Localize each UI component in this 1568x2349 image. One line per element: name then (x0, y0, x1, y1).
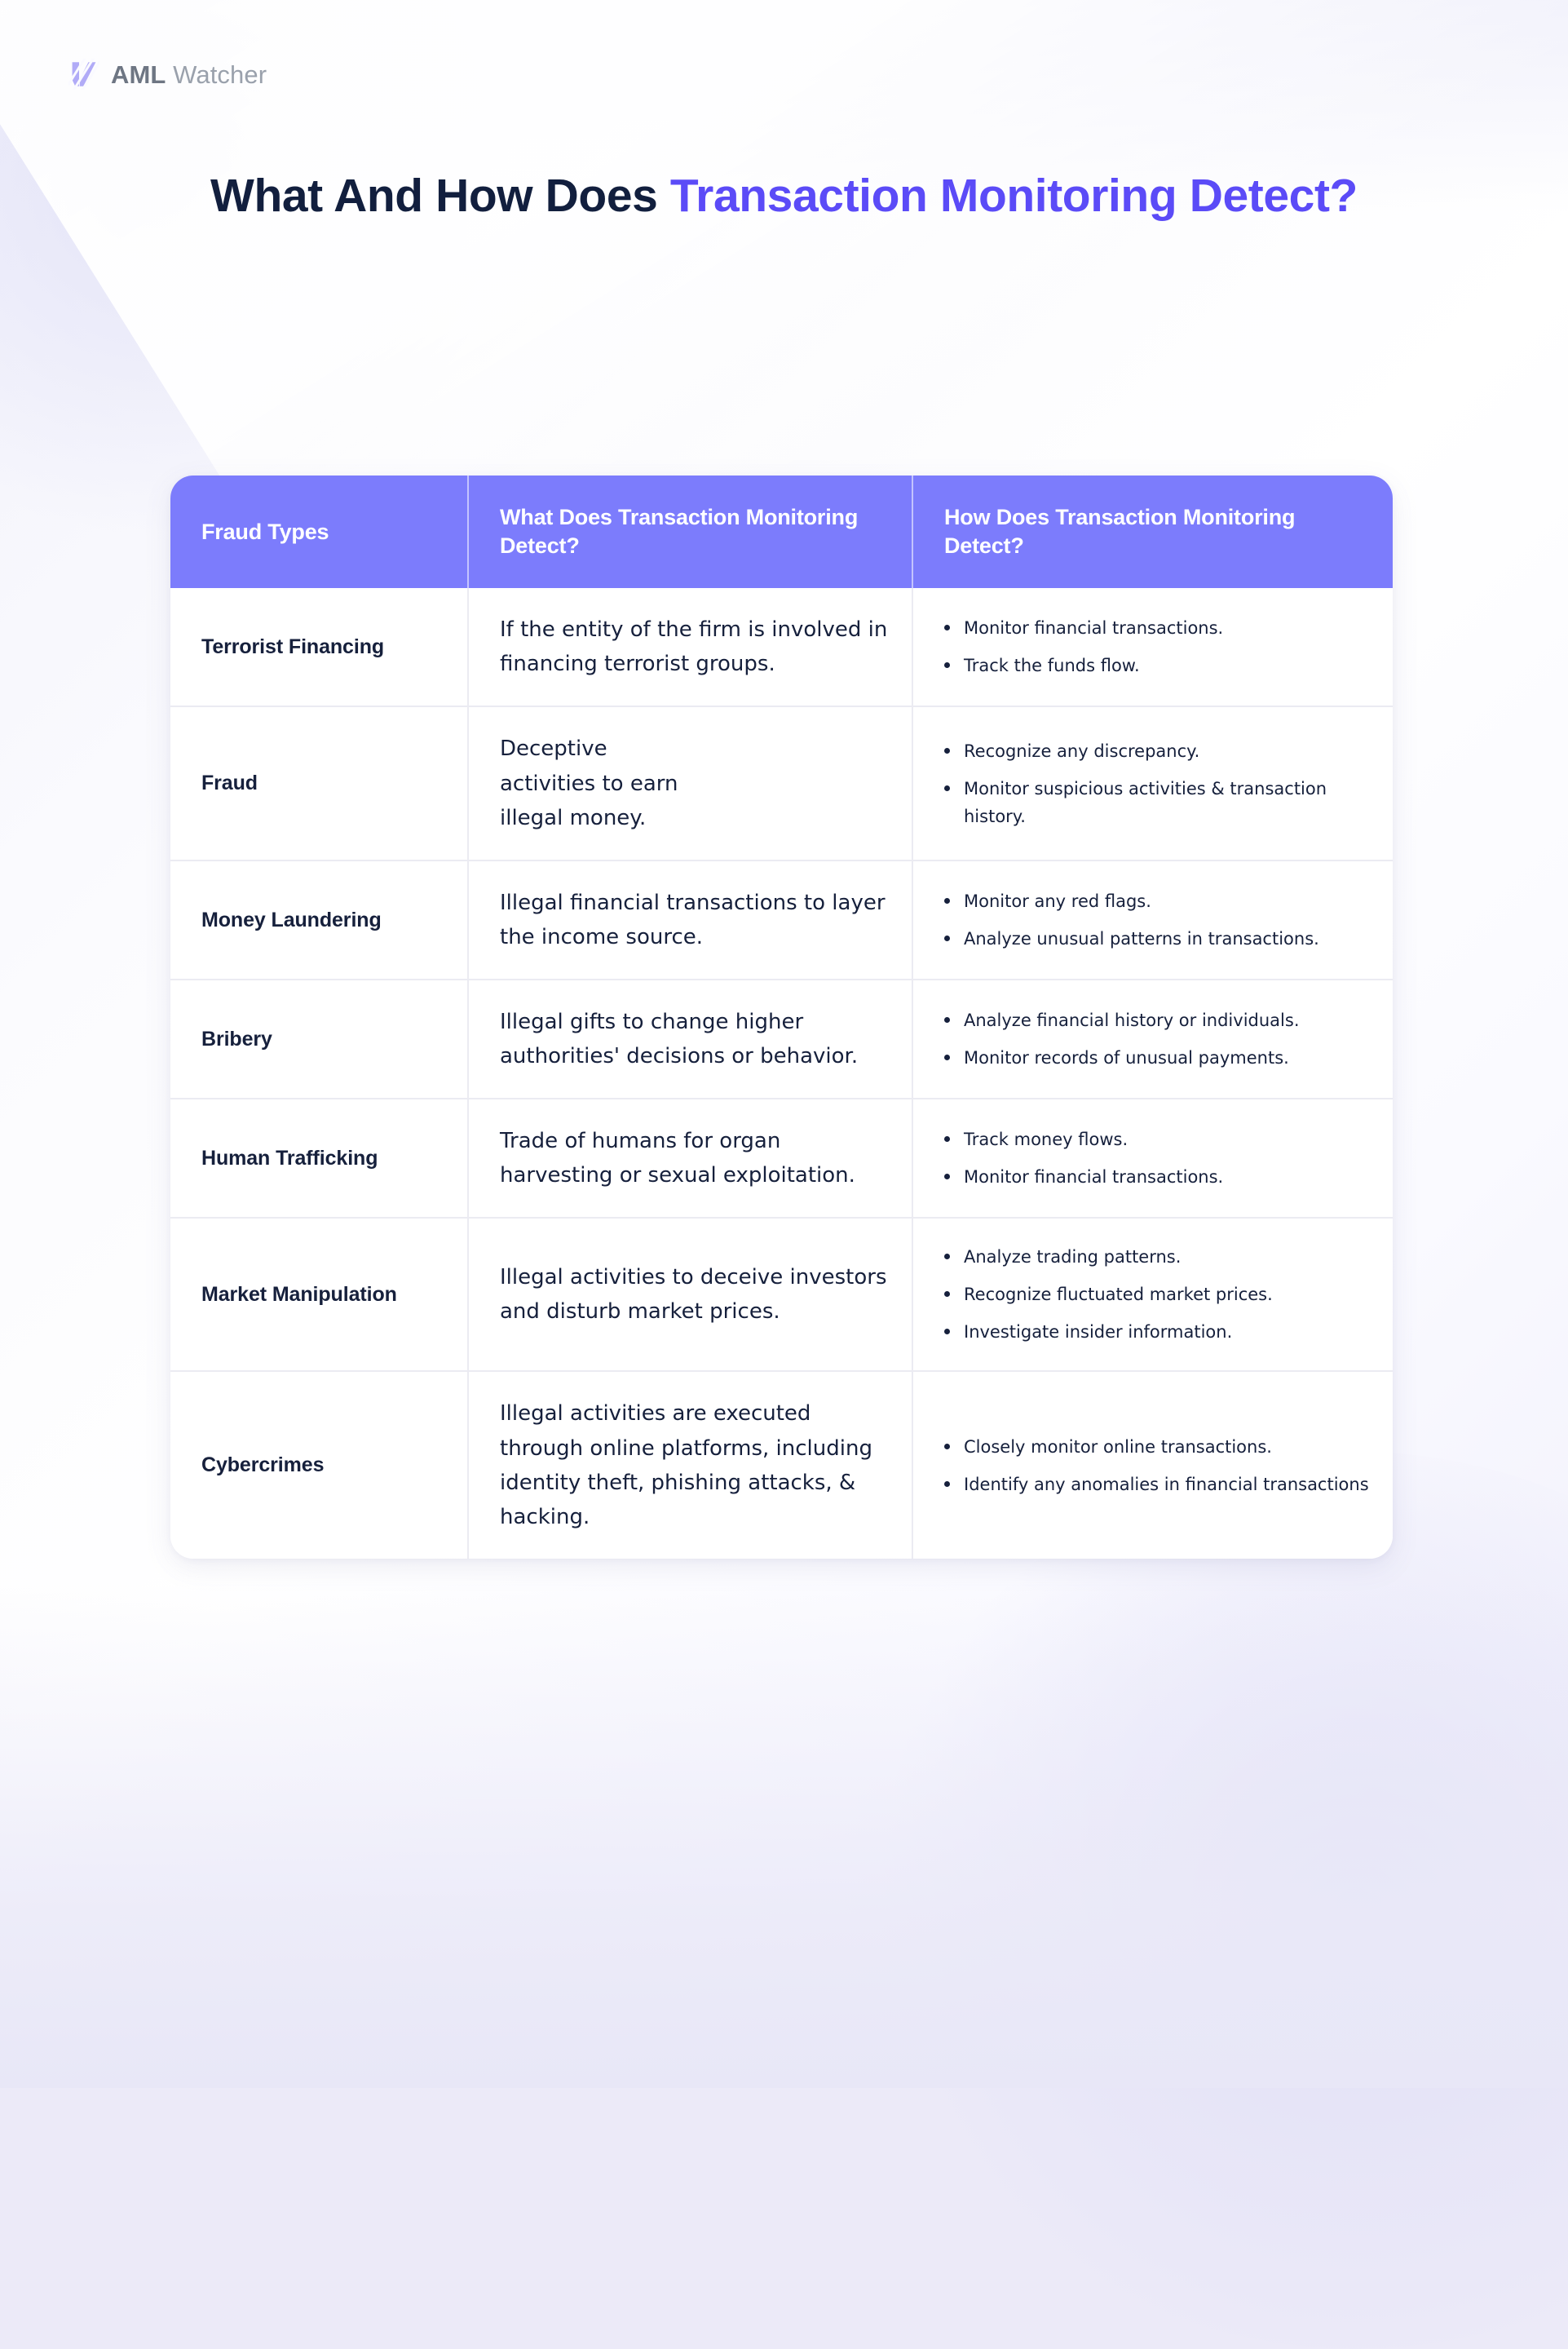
bullet-icon (944, 625, 950, 631)
cell-fraud-type: Bribery (170, 980, 469, 1099)
what-detect-text: Illegal activities to deceive investors … (500, 1265, 887, 1325)
cell-fraud-type: Money Laundering (170, 860, 469, 979)
column-header-what-detect: What Does Transaction Monitoring Detect? (469, 476, 913, 589)
how-detect-item: Monitor any red flags. (941, 887, 1373, 915)
brand-name-aml: AML (111, 60, 166, 89)
page-title-part-one: What And How Does (210, 170, 670, 222)
how-detect-item: Monitor financial transactions. (941, 1163, 1373, 1191)
cell-how-detect: Closely monitor online transactions. Iden… (913, 1372, 1393, 1558)
brand-name: AML Watcher (111, 62, 267, 87)
table-row: Bribery Illegal gifts to change higher a… (170, 978, 1393, 1099)
aml-watcher-logo-mark-icon (65, 51, 103, 96)
how-detect-list: Track money flows. Monitor financial tran… (941, 1126, 1373, 1191)
fraud-types-table: Fraud Types What Does Transaction Monito… (170, 476, 1393, 1559)
cell-fraud-type: Cybercrimes (170, 1372, 469, 1559)
how-detect-item: Track money flows. (941, 1126, 1373, 1153)
table-row: Terrorist Financing If the entity of the… (170, 588, 1393, 706)
how-detect-item: Recognize fluctuated market prices. (941, 1281, 1373, 1308)
page-title-highlight: Transaction Monitoring Detect? (669, 170, 1358, 222)
fraud-type-label: Cybercrimes (201, 1453, 325, 1477)
bullet-icon (944, 1443, 950, 1449)
what-detect-text: Trade of humans for organ harvesting or … (500, 1129, 855, 1188)
how-detect-list: Monitor financial transactions. Track the… (941, 614, 1373, 679)
infographic-page: AML Watcher What And How Does Transactio… (0, 0, 1568, 2088)
how-detect-list: Analyze financial history or individuals… (941, 1006, 1373, 1072)
cell-what-detect: If the entity of the firm is involved in… (469, 588, 913, 706)
table-body: Terrorist Financing If the entity of the… (170, 588, 1393, 1559)
table-header: Fraud Types What Does Transaction Monito… (170, 476, 1393, 589)
cell-how-detect: Recognize any discrepancy. Monitor suspic… (913, 707, 1393, 859)
bullet-icon (944, 1017, 950, 1024)
table-row: Fraud Deceptive activities to earn illegal… (170, 706, 1393, 860)
what-detect-text: If the entity of the firm is involved in… (500, 617, 888, 677)
how-detect-list: Recognize any discrepancy. Monitor suspic… (941, 737, 1373, 830)
cell-how-detect: Track money flows. Monitor financial tran… (913, 1099, 1393, 1217)
bullet-icon (944, 785, 950, 791)
what-detect-text: Illegal financial transactions to layer … (500, 890, 886, 949)
cell-what-detect: Illegal gifts to change higher authoriti… (469, 980, 913, 1099)
how-detect-item: Monitor records of unusual payments. (941, 1044, 1373, 1072)
page-title: What And How Does Transaction Monitoring… (205, 168, 1363, 225)
how-detect-item: Analyze trading patterns. (941, 1243, 1373, 1271)
bullet-icon (944, 662, 950, 669)
brand-name-watcher: Watcher (166, 60, 267, 89)
what-detect-text: Illegal gifts to change higher authoriti… (500, 1009, 859, 1069)
column-header-how-detect: How Does Transaction Monitoring Detect? (944, 505, 1296, 559)
table-row: Money Laundering Illegal financial trans… (170, 859, 1393, 979)
fraud-type-label: Terrorist Financing (201, 635, 385, 659)
brand-logo: AML Watcher (65, 51, 267, 96)
how-detect-item: Analyze financial history or individuals… (941, 1006, 1373, 1034)
how-detect-list: Monitor any red flags. Analyze unusual pa… (941, 887, 1373, 953)
cell-what-detect: Illegal activities are executed through … (469, 1372, 913, 1559)
cell-what-detect: Illegal activities to deceive investors … (469, 1219, 913, 1371)
bullet-icon (944, 1329, 950, 1335)
what-detect-text: Deceptive activities to earn illegal money… (500, 737, 678, 830)
bullet-icon (944, 897, 950, 904)
cell-how-detect: Analyze financial history or individuals… (913, 980, 1393, 1098)
table-row: Human Trafficking Trade of humans for or… (170, 1098, 1393, 1218)
cell-how-detect: Monitor financial transactions. Track the… (913, 588, 1393, 706)
fraud-type-label: Money Laundering (201, 908, 382, 931)
bullet-icon (944, 747, 950, 754)
fraud-type-label: Market Manipulation (201, 1283, 397, 1307)
what-detect-text: Illegal activities are executed through … (500, 1401, 872, 1529)
cell-what-detect: Deceptive activities to earn illegal money… (469, 707, 913, 860)
how-detect-item: Monitor financial transactions. (941, 614, 1373, 642)
how-detect-item: Monitor suspicious activities & transact… (941, 775, 1373, 830)
column-header-fraud-types: Fraud Types (170, 476, 469, 589)
fraud-type-label: Human Trafficking (201, 1147, 378, 1170)
table-row: Market Manipulation Illegal activities t… (170, 1217, 1393, 1371)
how-detect-item: Identify any anomalies in financial tran… (941, 1471, 1373, 1498)
fraud-type-label: Bribery (201, 1027, 272, 1051)
table-row: Cybercrimes Illegal activities are execu… (170, 1370, 1393, 1559)
how-detect-item: Analyze unusual patterns in transactions… (941, 925, 1373, 953)
how-detect-list: Closely monitor online transactions. Iden… (941, 1433, 1373, 1498)
bullet-icon (944, 1174, 950, 1180)
bullet-icon (944, 1055, 950, 1061)
cell-fraud-type: Terrorist Financing (170, 588, 469, 706)
bullet-icon (944, 1136, 950, 1143)
cell-fraud-type: Fraud (170, 707, 469, 860)
bullet-icon (944, 1254, 950, 1260)
cell-what-detect: Trade of humans for organ harvesting or … (469, 1099, 913, 1218)
how-detect-item: Closely monitor online transactions. (941, 1433, 1373, 1461)
cell-how-detect: Analyze trading patterns. Recognize fluct… (913, 1219, 1393, 1370)
how-detect-list: Analyze trading patterns. Recognize fluct… (941, 1243, 1373, 1346)
bullet-icon (944, 935, 950, 941)
table-header-row: Fraud Types What Does Transaction Monito… (170, 476, 1393, 589)
cell-fraud-type: Market Manipulation (170, 1219, 469, 1371)
cell-what-detect: Illegal financial transactions to layer … (469, 860, 913, 979)
how-detect-item: Investigate insider information. (941, 1318, 1373, 1346)
cell-how-detect: Monitor any red flags. Analyze unusual pa… (913, 861, 1393, 979)
bullet-icon (944, 1291, 950, 1298)
how-detect-item: Track the funds flow. (941, 652, 1373, 679)
how-detect-item: Recognize any discrepancy. (941, 737, 1373, 765)
fraud-type-label: Fraud (201, 772, 258, 795)
cell-fraud-type: Human Trafficking (170, 1099, 469, 1218)
bullet-icon (944, 1480, 950, 1487)
